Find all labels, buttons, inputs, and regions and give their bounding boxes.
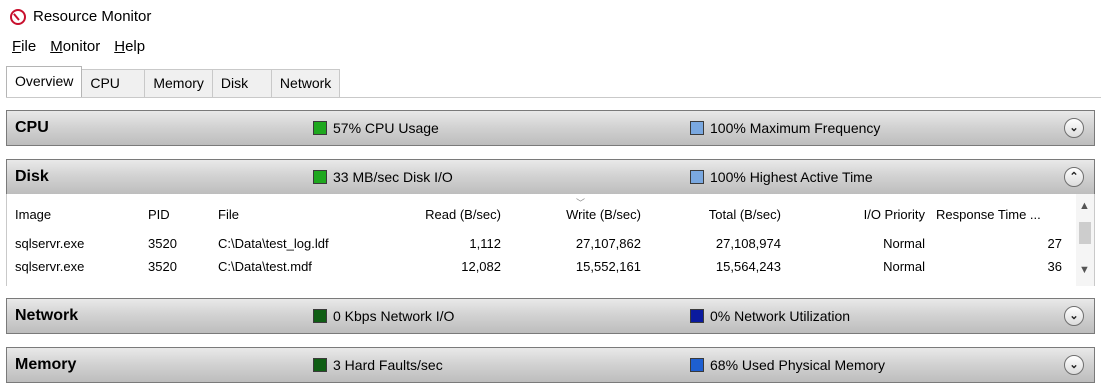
metric-text: 0 Kbps Network I/O — [333, 308, 455, 324]
table-cell: 3520 — [148, 236, 177, 251]
metric-text: 57% CPU Usage — [333, 120, 439, 136]
scroll-down-arrow-icon[interactable]: ▼ — [1079, 264, 1090, 276]
column-header-image[interactable]: Image — [15, 207, 51, 222]
column-header-response-time[interactable]: Response Time ... — [936, 207, 1041, 222]
column-header-write[interactable]: Write (B/sec) — [521, 207, 641, 222]
legend-swatch — [313, 170, 327, 184]
title-bar: Resource Monitor — [0, 0, 1101, 34]
table-cell: C:\Data\test.mdf — [218, 259, 312, 274]
max-frequency-metric: 100% Maximum Frequency — [690, 120, 880, 136]
column-header-total[interactable]: Total (B/sec) — [661, 207, 781, 222]
metric-text: 68% Used Physical Memory — [710, 357, 886, 373]
section-title: Disk — [15, 168, 49, 185]
metric-text: 3 Hard Faults/sec — [333, 357, 443, 373]
tab-cpu[interactable]: CPU — [81, 69, 146, 97]
table-cell: 3520 — [148, 259, 177, 274]
metric-text: 100% Highest Active Time — [710, 169, 873, 185]
menu-bar: File Monitor Help — [0, 36, 147, 60]
column-header-io-priority[interactable]: I/O Priority — [807, 207, 925, 222]
highest-active-time-metric: 100% Highest Active Time — [690, 169, 873, 185]
table-cell: sqlservr.exe — [15, 259, 85, 274]
table-cell: 1,112 — [469, 236, 501, 251]
metric-text: 33 MB/sec Disk I/O — [333, 169, 453, 185]
hard-faults-metric: 3 Hard Faults/sec — [313, 357, 443, 373]
scroll-up-arrow-icon[interactable]: ▲ — [1079, 200, 1090, 212]
column-header-pid[interactable]: PID — [148, 207, 170, 222]
metric-text: 0% Network Utilization — [710, 308, 851, 324]
column-header-file[interactable]: File — [218, 207, 239, 222]
metric-text: 100% Maximum Frequency — [710, 120, 881, 136]
disk-activity-table: ﹀ Image PID File Read (B/sec) Write (B/s… — [6, 194, 1095, 286]
tab-strip-divider — [6, 97, 1101, 98]
chevron-down-icon[interactable]: ⌄ — [1064, 306, 1084, 326]
table-cell: 27,107,862 — [575, 236, 641, 251]
menu-help[interactable]: Help — [114, 36, 145, 60]
tab-network[interactable]: Network — [270, 69, 341, 97]
legend-swatch — [690, 170, 704, 184]
section-memory-header[interactable]: Memory 3 Hard Faults/sec 68% Used Physic… — [6, 347, 1095, 383]
used-physical-memory-metric: 68% Used Physical Memory — [690, 357, 885, 373]
table-cell: 36 — [1047, 259, 1062, 274]
network-utilization-metric: 0% Network Utilization — [690, 308, 850, 324]
section-title: CPU — [15, 119, 49, 136]
table-cell: Normal — [883, 236, 925, 251]
table-cell: C:\Data\test_log.ldf — [218, 236, 329, 251]
vertical-scrollbar[interactable]: ▲ ▼ — [1076, 194, 1094, 286]
section-title: Network — [15, 307, 79, 324]
table-cell: Normal — [883, 259, 925, 274]
chevron-down-icon[interactable]: ⌄ — [1064, 355, 1084, 375]
table-cell: sqlservr.exe — [15, 236, 85, 251]
legend-swatch — [690, 358, 704, 372]
legend-swatch — [313, 358, 327, 372]
table-cell: 27,108,974 — [715, 236, 781, 251]
window-title: Resource Monitor — [33, 8, 152, 25]
legend-swatch — [690, 121, 704, 135]
section-network-header[interactable]: Network 0 Kbps Network I/O 0% Network Ut… — [6, 298, 1095, 334]
tab-memory[interactable]: Memory — [144, 69, 213, 97]
network-io-metric: 0 Kbps Network I/O — [313, 308, 454, 324]
menu-monitor[interactable]: Monitor — [50, 36, 100, 60]
table-cell: 15,552,161 — [575, 259, 641, 274]
legend-swatch — [313, 121, 327, 135]
section-cpu-header[interactable]: CPU 57% CPU Usage 100% Maximum Frequency… — [6, 110, 1095, 146]
scrollbar-thumb[interactable] — [1079, 222, 1091, 244]
section-title: Memory — [15, 356, 77, 373]
chevron-down-icon[interactable]: ⌄ — [1064, 118, 1084, 138]
menu-file[interactable]: File — [12, 36, 36, 60]
legend-swatch — [313, 309, 327, 323]
section-disk-header[interactable]: Disk 33 MB/sec Disk I/O 100% Highest Act… — [6, 159, 1095, 195]
resource-monitor-icon — [10, 9, 26, 25]
legend-swatch — [690, 309, 704, 323]
tab-overview[interactable]: Overview — [6, 66, 83, 97]
table-cell: 12,082 — [461, 259, 501, 274]
table-cell: 15,564,243 — [715, 259, 781, 274]
table-cell: 27 — [1047, 236, 1062, 251]
cpu-usage-metric: 57% CPU Usage — [313, 120, 439, 136]
tab-strip: Overview CPU Memory Disk Network — [6, 66, 341, 97]
column-header-read[interactable]: Read (B/sec) — [401, 207, 501, 222]
chevron-up-icon[interactable]: ⌃ — [1064, 167, 1084, 187]
disk-io-metric: 33 MB/sec Disk I/O — [313, 169, 453, 185]
tab-disk[interactable]: Disk — [211, 69, 272, 97]
